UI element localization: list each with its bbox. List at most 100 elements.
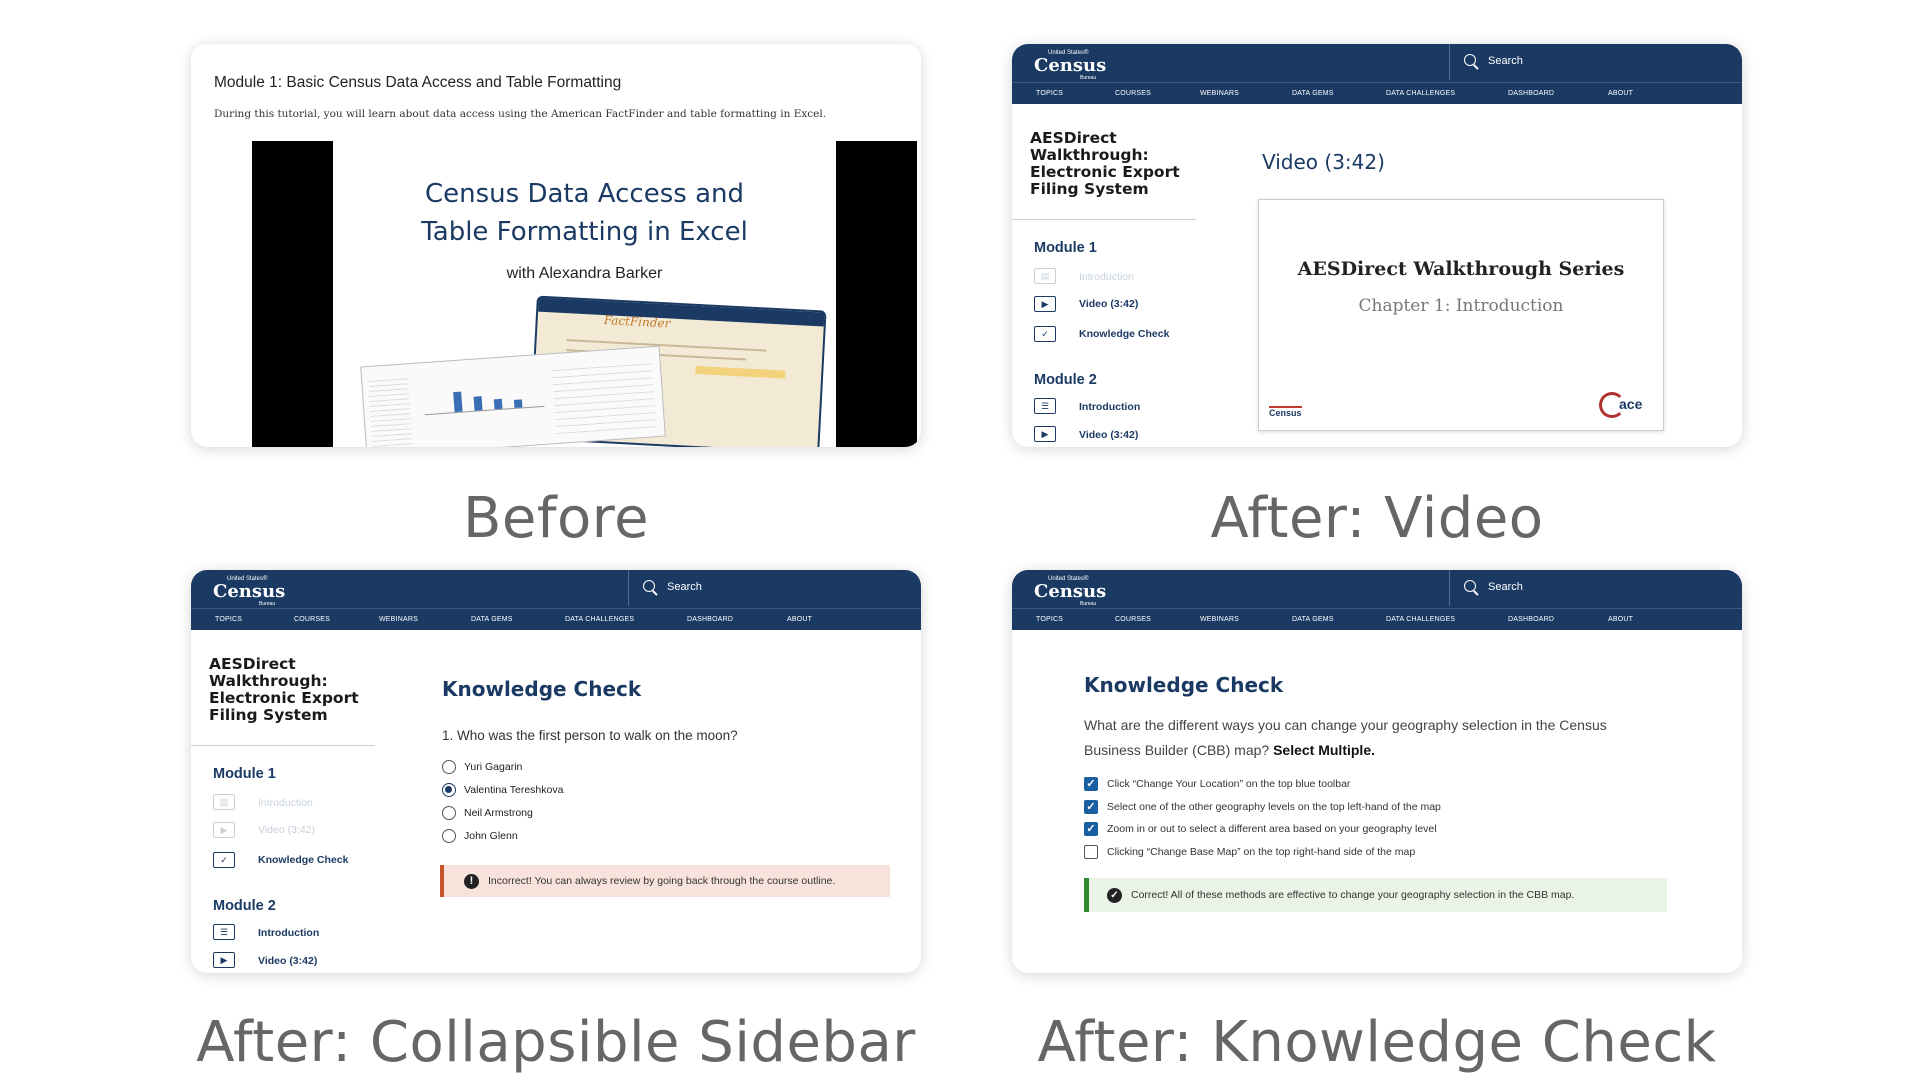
sidebar-item-introduction-2[interactable]: Introduction (1079, 401, 1140, 413)
play-icon: ▶ (213, 822, 235, 838)
census-logo[interactable]: United States® Census Bureau (1034, 576, 1114, 607)
sidebar-item-video[interactable]: Video (3:42) (258, 824, 315, 836)
option-radio-4[interactable] (442, 829, 456, 843)
excel-screenshot (360, 345, 666, 447)
search-bar[interactable]: Search (628, 570, 921, 606)
before-description: During this tutorial, you will learn abo… (214, 108, 827, 120)
main-nav: TOPICS COURSES WEBINARS DATA GEMS DATA C… (1012, 82, 1742, 104)
nav-data-challenges[interactable]: DATA CHALLENGES (565, 616, 634, 623)
sidebar-item-video[interactable]: Video (3:42) (1079, 298, 1138, 310)
video-presenter: with Alexandra Barker (506, 265, 663, 282)
kc-question: What are the different ways you can chan… (1084, 713, 1684, 763)
search-label: Search (1488, 55, 1523, 67)
nav-courses[interactable]: COURSES (294, 616, 330, 623)
option-label-1[interactable]: Yuri Gagarin (464, 761, 522, 773)
question-line-2: Business Builder (CBB) map? (1084, 742, 1270, 758)
slide-title: AESDirect Walkthrough Series (1297, 258, 1625, 280)
option-label-3[interactable]: Zoom in or out to select a different are… (1107, 823, 1437, 835)
search-icon (1464, 54, 1476, 66)
nav-courses[interactable]: COURSES (1115, 90, 1151, 97)
search-icon (1464, 580, 1476, 592)
option-checkbox-2[interactable]: ✓ (1084, 800, 1098, 814)
search-icon (643, 580, 655, 592)
check-icon: ✓ (213, 852, 235, 868)
ace-logo-text: ace (1619, 396, 1643, 412)
nav-data-gems[interactable]: DATA GEMS (471, 616, 513, 623)
census-logo[interactable]: United States® Census Bureau (213, 576, 293, 607)
sidebar-item-knowledge-check[interactable]: Knowledge Check (258, 854, 348, 866)
slide-subtitle: Chapter 1: Introduction (1358, 296, 1564, 316)
census-logo[interactable]: United States® Census Bureau (1034, 50, 1114, 81)
before-module-title: Module 1: Basic Census Data Access and T… (214, 74, 622, 91)
nav-topics[interactable]: TOPICS (1036, 90, 1063, 97)
main-nav: TOPICS COURSES WEBINARS DATA GEMS DATA C… (1012, 608, 1742, 630)
option-label-1[interactable]: Click “Change Your Location” on the top … (1107, 778, 1350, 790)
nav-dashboard[interactable]: DASHBOARD (687, 616, 733, 623)
sidebar-item-introduction[interactable]: Introduction (258, 797, 313, 809)
nav-data-challenges[interactable]: DATA CHALLENGES (1386, 90, 1455, 97)
video-player[interactable]: Census Data Access and Table Formatting … (252, 141, 917, 447)
video-slide[interactable]: AESDirect Walkthrough Series Chapter 1: … (1258, 199, 1664, 431)
nav-about[interactable]: ABOUT (1608, 616, 1633, 623)
option-checkbox-4[interactable] (1084, 845, 1098, 859)
module-2-heading[interactable]: Module 2 (213, 898, 276, 914)
census-header: United States® Census Bureau Search TOPI… (1012, 570, 1742, 630)
video-frame: Census Data Access and Table Formatting … (333, 141, 836, 447)
module-2-heading[interactable]: Module 2 (1034, 372, 1097, 388)
option-label-3[interactable]: Neil Armstrong (464, 807, 533, 819)
sidebar-item-knowledge-check[interactable]: Knowledge Check (1079, 328, 1169, 340)
nav-topics[interactable]: TOPICS (1036, 616, 1063, 623)
intro-icon-module-2: ☰ (1034, 398, 1056, 414)
option-label-2[interactable]: Select one of the other geography levels… (1107, 801, 1441, 813)
nav-webinars[interactable]: WEBINARS (1200, 616, 1239, 623)
nav-topics[interactable]: TOPICS (215, 616, 242, 623)
before-card: Module 1: Basic Census Data Access and T… (191, 44, 921, 447)
sidebar-item-introduction[interactable]: Introduction (1079, 271, 1134, 283)
caption-sidebar: After: Collapsible Sidebar (196, 1010, 916, 1075)
nav-webinars[interactable]: WEBINARS (379, 616, 418, 623)
option-checkbox-3[interactable]: ✓ (1084, 822, 1098, 836)
kc-heading: Knowledge Check (1084, 673, 1284, 697)
nav-webinars[interactable]: WEBINARS (1200, 90, 1239, 97)
search-bar[interactable]: Search (1449, 44, 1742, 80)
video-title-line-1: Census Data Access and (425, 179, 744, 209)
nav-data-gems[interactable]: DATA GEMS (1292, 90, 1334, 97)
option-radio-3[interactable] (442, 806, 456, 820)
question-instruction: Select Multiple. (1273, 742, 1375, 758)
caption-video: After: Video (1210, 486, 1544, 551)
nav-dashboard[interactable]: DASHBOARD (1508, 90, 1554, 97)
video-card: United States® Census Bureau Search TOPI… (1012, 44, 1742, 447)
feedback-text: Correct! All of these methods are effect… (1131, 889, 1575, 901)
option-label-4[interactable]: Clicking “Change Base Map” on the top ri… (1107, 846, 1415, 858)
nav-data-challenges[interactable]: DATA CHALLENGES (1386, 616, 1455, 623)
option-radio-2[interactable] (442, 783, 456, 797)
search-label: Search (1488, 581, 1523, 593)
search-bar[interactable]: Search (1449, 570, 1742, 606)
feedback-text: Incorrect! You can always review by goin… (488, 875, 836, 887)
slide-census-mark: Census (1269, 406, 1302, 418)
option-checkbox-1[interactable]: ✓ (1084, 777, 1098, 791)
nav-courses[interactable]: COURSES (1115, 616, 1151, 623)
nav-about[interactable]: ABOUT (787, 616, 812, 623)
course-title: AESDirect Walkthrough: Electronic Export… (1030, 129, 1180, 198)
sidebar-item-video-2[interactable]: Video (3:42) (1079, 429, 1138, 441)
option-radio-1[interactable] (442, 760, 456, 774)
sidebar-item-introduction-2[interactable]: Introduction (258, 927, 319, 939)
sidebar-divider (191, 745, 375, 746)
success-check-icon: ✓ (1107, 888, 1122, 903)
nav-data-gems[interactable]: DATA GEMS (1292, 616, 1334, 623)
factfinder-logo: FactFinder (603, 313, 671, 331)
feedback-correct: ✓ Correct! All of these methods are effe… (1084, 878, 1667, 912)
caption-before: Before (462, 486, 650, 551)
intro-icon: ▤ (1034, 268, 1056, 284)
nav-dashboard[interactable]: DASHBOARD (1508, 616, 1554, 623)
video-title-line-2: Table Formatting in Excel (421, 217, 748, 247)
kc-question: 1. Who was the first person to walk on t… (442, 728, 738, 743)
option-label-2[interactable]: Valentina Tereshkova (464, 784, 563, 796)
option-label-4[interactable]: John Glenn (464, 830, 518, 842)
sidebar-item-video-2[interactable]: Video (3:42) (258, 955, 317, 967)
module-1-heading[interactable]: Module 1 (1034, 240, 1097, 256)
module-1-heading[interactable]: Module 1 (213, 766, 276, 782)
nav-about[interactable]: ABOUT (1608, 90, 1633, 97)
kc-card: United States® Census Bureau Search TOPI… (1012, 570, 1742, 973)
